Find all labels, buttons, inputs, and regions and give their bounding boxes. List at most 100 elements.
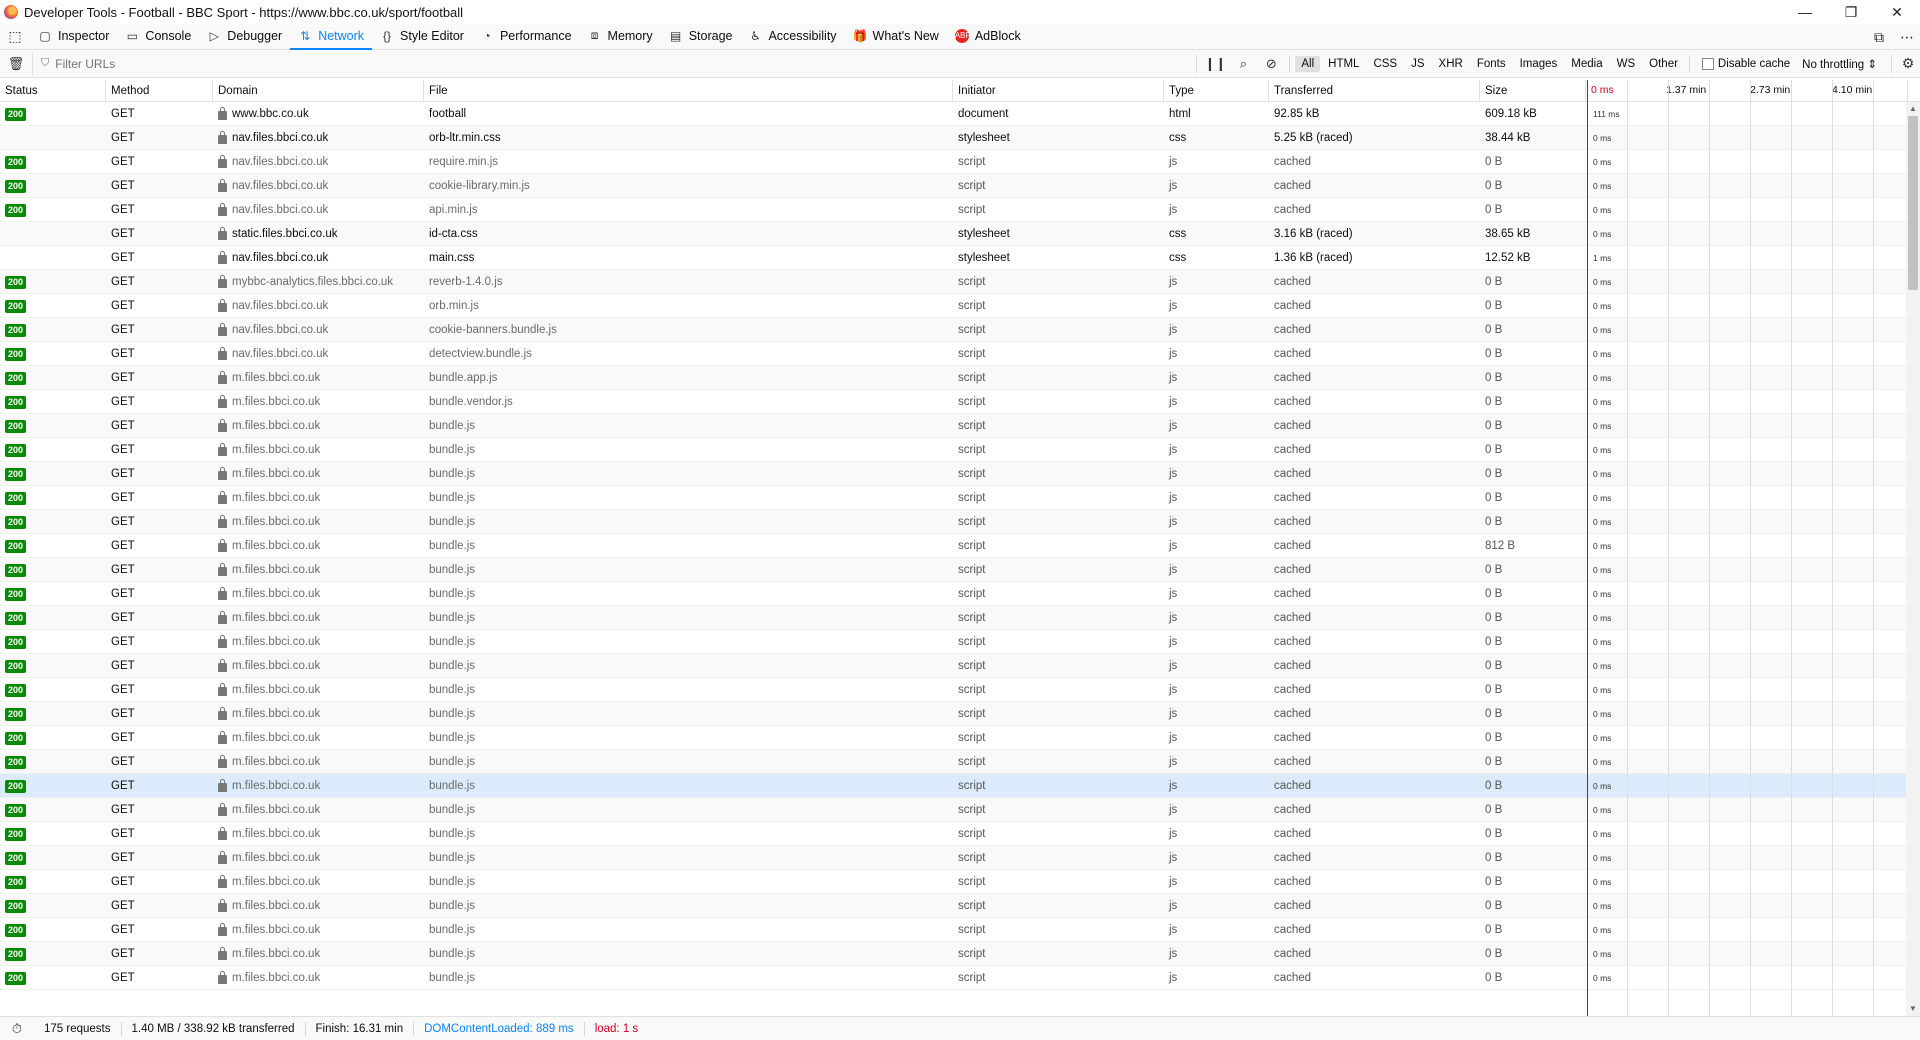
table-row[interactable]: GET nav.files.bbci.co.uk main.css styleshee… — [0, 246, 1920, 270]
table-row[interactable]: 200 GET m.files.bbci.co.uk bundle.app.js scr… — [0, 366, 1920, 390]
disable-cache-toggle[interactable]: Disable cache — [1701, 57, 1790, 70]
disable-cache-checkbox[interactable] — [1701, 57, 1714, 70]
performance-analysis-icon[interactable]: ⏱ — [0, 1021, 34, 1037]
table-row[interactable]: 200 GET m.files.bbci.co.uk bundle.js script j… — [0, 558, 1920, 582]
table-row[interactable]: 200 GET m.files.bbci.co.uk bundle.js script j… — [0, 798, 1920, 822]
filter-type-media[interactable]: Media — [1565, 56, 1608, 72]
table-row[interactable]: 200 GET m.files.bbci.co.uk bundle.js script j… — [0, 462, 1920, 486]
column-header-initiator[interactable]: Initiator — [953, 80, 1164, 102]
filter-type-html[interactable]: HTML — [1322, 56, 1365, 72]
filter-type-js[interactable]: JS — [1405, 56, 1430, 72]
table-row[interactable]: 200 GET m.files.bbci.co.uk bundle.js script j… — [0, 726, 1920, 750]
type-cell: js — [1169, 948, 1178, 960]
tab-performance[interactable]: ◔ Performance — [472, 24, 580, 50]
table-row[interactable]: 200 GET nav.files.bbci.co.uk orb.min.js scri… — [0, 294, 1920, 318]
table-row[interactable]: 200 GET m.files.bbci.co.uk bundle.js script j… — [0, 678, 1920, 702]
table-row[interactable]: 200 GET m.files.bbci.co.uk bundle.js script j… — [0, 942, 1920, 966]
table-row[interactable]: 200 GET m.files.bbci.co.uk bundle.js script j… — [0, 654, 1920, 678]
table-row[interactable]: 200 GET m.files.bbci.co.uk bundle.js script j… — [0, 486, 1920, 510]
table-row[interactable]: 200 GET m.files.bbci.co.uk bundle.js script j… — [0, 750, 1920, 774]
filter-urls-input[interactable]: ⛉ Filter URLs — [32, 51, 1192, 76]
adblock-icon: ABP — [954, 28, 971, 43]
tab-memory[interactable]: ⧈ Memory — [580, 24, 661, 50]
table-row[interactable]: 200 GET m.files.bbci.co.uk bundle.js script j… — [0, 702, 1920, 726]
column-header-domain[interactable]: Domain — [213, 80, 424, 102]
tab-storage[interactable]: ▤ Storage — [661, 24, 741, 50]
filter-type-css[interactable]: CSS — [1367, 56, 1403, 72]
table-row[interactable]: 200 GET nav.files.bbci.co.uk detectview.bun… — [0, 342, 1920, 366]
table-row[interactable]: 200 GET m.files.bbci.co.uk bundle.js script j… — [0, 966, 1920, 990]
clear-log-icon[interactable]: 🗑 — [0, 56, 32, 72]
table-row[interactable]: 200 GET m.files.bbci.co.uk bundle.js script j… — [0, 606, 1920, 630]
close-window-button[interactable]: ✕ — [1874, 0, 1920, 24]
table-row[interactable]: 200 GET nav.files.bbci.co.uk api.min.js scri… — [0, 198, 1920, 222]
status-badge: 200 — [5, 299, 27, 313]
minimize-button[interactable]: — — [1782, 0, 1828, 24]
table-row[interactable]: 200 GET m.files.bbci.co.uk bundle.js script j… — [0, 870, 1920, 894]
transferred-cell: cached — [1274, 924, 1312, 936]
column-header-transferred[interactable]: Transferred — [1269, 80, 1480, 102]
scrollbar-thumb[interactable] — [1908, 116, 1918, 290]
throttling-select[interactable]: No throttling ⇕ — [1802, 57, 1877, 71]
table-row[interactable]: 200 GET m.files.bbci.co.uk bundle.js script j… — [0, 414, 1920, 438]
column-header-method[interactable]: Method — [106, 80, 213, 102]
status-badge: 200 — [5, 971, 27, 985]
table-row[interactable]: 200 GET m.files.bbci.co.uk bundle.js script j… — [0, 510, 1920, 534]
status-badge: 200 — [5, 683, 27, 697]
file-text: bundle.js — [429, 420, 476, 432]
tab-what-s-new[interactable]: 🎁 What's New — [845, 24, 947, 50]
column-header-size[interactable]: Size — [1480, 80, 1586, 102]
table-row[interactable]: 200 GET m.files.bbci.co.uk bundle.js script j… — [0, 918, 1920, 942]
dock-options-icon[interactable]: ⧉ — [1874, 29, 1884, 46]
table-row[interactable]: 200 GET m.files.bbci.co.uk bundle.js script j… — [0, 438, 1920, 462]
file-cell: football — [424, 102, 953, 126]
table-row[interactable]: 200 GET m.files.bbci.co.uk bundle.vendor.js… — [0, 390, 1920, 414]
scroll-up-icon[interactable]: ▲ — [1906, 102, 1920, 116]
table-row[interactable]: 200 GET m.files.bbci.co.uk bundle.js script j… — [0, 846, 1920, 870]
timing-label: 0 ms — [1593, 925, 1612, 935]
file-cell: orb.min.js — [424, 294, 953, 318]
maximize-button[interactable]: ❐ — [1828, 0, 1874, 24]
column-header-file[interactable]: File — [424, 80, 953, 102]
tab-inspector[interactable]: ▢ Inspector — [30, 24, 117, 50]
scroll-down-icon[interactable]: ▼ — [1906, 1002, 1920, 1016]
filter-type-fonts[interactable]: Fonts — [1471, 56, 1512, 72]
table-row[interactable]: 200 GET nav.files.bbci.co.uk cookie-banners… — [0, 318, 1920, 342]
table-row[interactable]: 200 GET www.bbc.co.uk football document html 9… — [0, 102, 1920, 126]
pause-icon[interactable]: ❙❙ — [1201, 56, 1229, 72]
more-options-icon[interactable]: ⋯ — [1900, 29, 1914, 46]
table-row[interactable]: 200 GET m.files.bbci.co.uk bundle.js script j… — [0, 582, 1920, 606]
tab-accessibility[interactable]: ♿ Accessibility — [740, 24, 844, 50]
type-cell: js — [1169, 804, 1178, 816]
table-row[interactable]: 200 GET nav.files.bbci.co.uk cookie-library… — [0, 174, 1920, 198]
search-icon[interactable]: ⌕ — [1229, 56, 1257, 72]
table-row[interactable]: 200 GET m.files.bbci.co.uk bundle.js script j… — [0, 534, 1920, 558]
table-row[interactable]: 200 GET mybbc-analytics.files.bbci.co.uk re… — [0, 270, 1920, 294]
gear-icon[interactable]: ⚙ — [1896, 55, 1920, 72]
tab-adblock[interactable]: ABP AdBlock — [947, 24, 1029, 50]
filter-type-all[interactable]: All — [1295, 55, 1321, 72]
block-icon[interactable]: ⊘ — [1257, 56, 1285, 72]
table-row[interactable]: GET nav.files.bbci.co.uk orb-ltr.min.css st… — [0, 126, 1920, 150]
filter-type-xhr[interactable]: XHR — [1433, 56, 1469, 72]
column-header-type[interactable]: Type — [1164, 80, 1269, 102]
element-picker-icon[interactable]: ⬚ — [0, 24, 30, 50]
table-row[interactable]: 200 GET m.files.bbci.co.uk bundle.js script j… — [0, 822, 1920, 846]
filter-type-images[interactable]: Images — [1514, 56, 1564, 72]
vertical-scrollbar[interactable]: ▲ ▼ — [1906, 102, 1920, 1016]
table-row[interactable]: 200 GET m.files.bbci.co.uk bundle.js script j… — [0, 774, 1920, 798]
tab-style-editor[interactable]: {} Style Editor — [372, 24, 472, 50]
table-row[interactable]: GET static.files.bbci.co.uk id-cta.css styl… — [0, 222, 1920, 246]
table-row[interactable]: 200 GET m.files.bbci.co.uk bundle.js script j… — [0, 630, 1920, 654]
filter-type-other[interactable]: Other — [1643, 56, 1684, 72]
column-header-waterfall[interactable]: 0 ms 1.37 min 2.73 min 4.10 min — [1586, 80, 1908, 102]
column-header-status[interactable]: Status — [0, 80, 106, 102]
whats-new-icon: 🎁 — [852, 28, 868, 43]
tab-debugger[interactable]: ▷ Debugger — [199, 24, 290, 50]
tab-network[interactable]: ⇅ Network — [290, 24, 373, 50]
tab-console[interactable]: ▭ Console — [117, 24, 199, 50]
table-row[interactable]: 200 GET nav.files.bbci.co.uk require.min.js… — [0, 150, 1920, 174]
timing-label: 0 ms — [1593, 973, 1612, 983]
table-row[interactable]: 200 GET m.files.bbci.co.uk bundle.js script j… — [0, 894, 1920, 918]
filter-type-ws[interactable]: WS — [1611, 56, 1642, 72]
